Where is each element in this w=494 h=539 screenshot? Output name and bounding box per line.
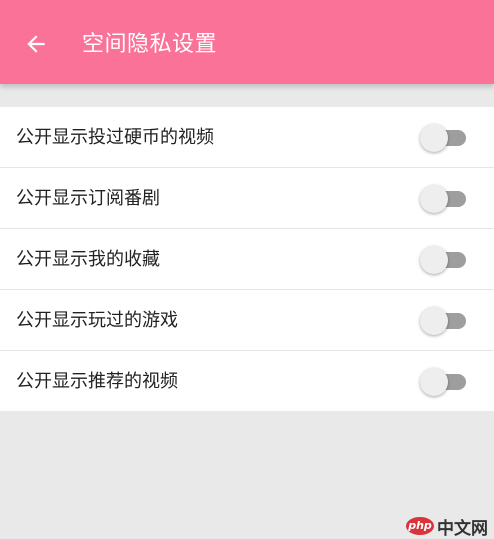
watermark-text: 中文网	[437, 518, 488, 539]
setting-label: 公开显示我的收藏	[16, 249, 160, 270]
recommended-videos-toggle[interactable]	[420, 368, 468, 396]
toggle-thumb	[420, 307, 448, 335]
setting-row-favorites[interactable]: 公开显示我的收藏	[0, 229, 494, 290]
setting-label: 公开显示投过硬币的视频	[16, 127, 214, 148]
toggle-thumb	[420, 124, 448, 152]
setting-row-played-games[interactable]: 公开显示玩过的游戏	[0, 290, 494, 351]
setting-row-subscribed-bangumi[interactable]: 公开显示订阅番剧	[0, 168, 494, 229]
setting-row-coined-videos[interactable]: 公开显示投过硬币的视频	[0, 107, 494, 168]
played-games-toggle[interactable]	[420, 307, 468, 335]
watermark-badge: php	[406, 517, 434, 535]
subscribed-bangumi-toggle[interactable]	[420, 185, 468, 213]
setting-label: 公开显示玩过的游戏	[16, 310, 178, 331]
setting-row-recommended-videos[interactable]: 公开显示推荐的视频	[0, 351, 494, 411]
toggle-thumb	[420, 185, 448, 213]
favorites-toggle[interactable]	[420, 246, 468, 274]
privacy-settings-list: 公开显示投过硬币的视频 公开显示订阅番剧 公开显示我的收藏 公开显示玩过的游戏 …	[0, 107, 494, 411]
arrow-left-icon	[23, 31, 49, 57]
setting-label: 公开显示推荐的视频	[16, 371, 178, 392]
back-button[interactable]	[14, 22, 58, 66]
watermark-logo: php 中文网	[406, 515, 488, 539]
toggle-thumb	[420, 368, 448, 396]
app-bar: 空间隐私设置	[0, 0, 494, 84]
page-title: 空间隐私设置	[82, 32, 218, 57]
coined-videos-toggle[interactable]	[420, 124, 468, 152]
setting-label: 公开显示订阅番剧	[16, 188, 160, 209]
toggle-thumb	[420, 246, 448, 274]
